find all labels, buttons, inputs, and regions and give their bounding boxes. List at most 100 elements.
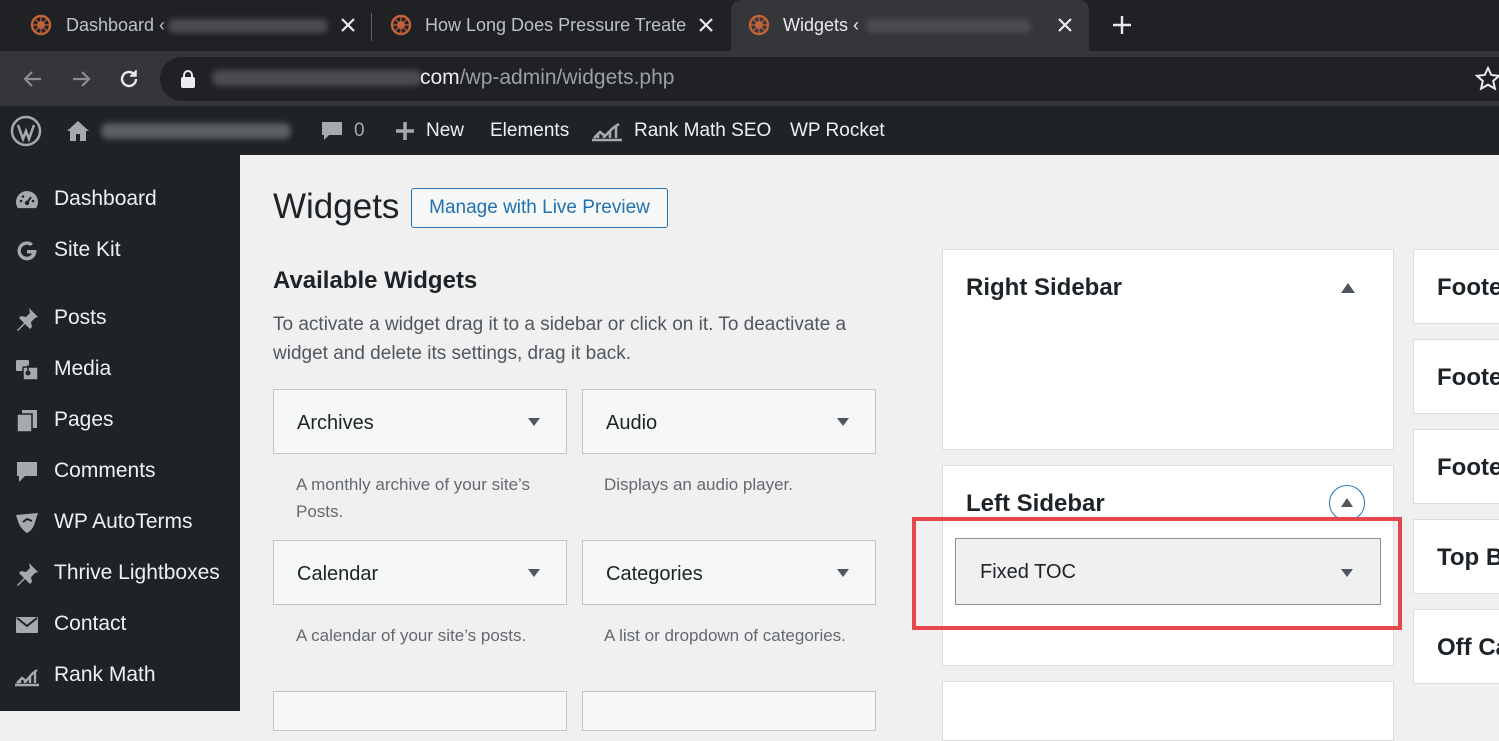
blurred-domain xyxy=(212,70,422,86)
elements-label: Elements xyxy=(490,119,570,141)
new-label: New xyxy=(426,119,465,141)
wprocket-label: WP Rocket xyxy=(790,119,885,141)
url-text: com/wp-admin/widgets.php xyxy=(420,66,675,89)
top-bar-sidebar-area[interactable]: Top B xyxy=(1413,519,1499,594)
widget-title: Audio xyxy=(606,412,658,434)
wordpress-logo-button[interactable] xyxy=(10,106,52,155)
widget-title: Categories xyxy=(606,563,703,585)
close-icon[interactable] xyxy=(697,16,715,34)
sidebar-item-label: Site Kit xyxy=(54,238,121,261)
widget-partial[interactable] xyxy=(582,691,876,731)
wp-admin-bar: 0 New Elements Rank Math SEO WP Rocket xyxy=(0,106,1499,155)
bookmark-star-icon[interactable] xyxy=(1475,66,1499,92)
sidebar-item-label: Rank Math xyxy=(54,663,156,686)
sidebar-item-posts[interactable]: Posts xyxy=(0,296,240,340)
sidebar-area-partial[interactable] xyxy=(942,681,1394,741)
browser-toolbar: com/wp-admin/widgets.php xyxy=(0,51,1499,106)
main-content: Widgets Manage with Live Preview Availab… xyxy=(240,155,1499,741)
right-sidebar-area[interactable]: Right Sidebar xyxy=(942,249,1394,450)
sidebar-area-title: Off Ca xyxy=(1437,634,1499,661)
sidebar-item-label: Media xyxy=(54,357,112,380)
sidebar-item-site-kit[interactable]: Site Kit xyxy=(0,228,240,272)
plus-icon xyxy=(396,121,414,140)
close-icon[interactable] xyxy=(1056,16,1074,34)
sidebar-item-comments[interactable]: Comments xyxy=(0,449,240,493)
collapse-toggle[interactable] xyxy=(1329,485,1365,521)
manage-live-preview-button[interactable]: Manage with Live Preview xyxy=(411,188,668,228)
comment-icon xyxy=(17,462,37,482)
widget-audio[interactable]: Audio xyxy=(582,389,876,454)
comment-icon xyxy=(322,121,342,140)
sidebar-item-label: Posts xyxy=(54,306,107,329)
rankmath-label: Rank Math SEO xyxy=(634,119,772,141)
off-canvas-sidebar-area[interactable]: Off Ca xyxy=(1413,609,1499,684)
comments-count: 0 xyxy=(354,119,365,141)
close-icon[interactable] xyxy=(339,16,357,34)
shield-icon xyxy=(16,513,38,533)
lock-icon xyxy=(181,70,195,88)
reload-icon[interactable] xyxy=(117,67,141,91)
admin-sidebar: Dashboard Site Kit Posts Media Pages Com… xyxy=(0,155,240,711)
back-arrow-icon[interactable] xyxy=(21,67,45,91)
available-widgets-description: To activate a widget drag it to a sideba… xyxy=(273,314,847,364)
pages-icon xyxy=(16,410,37,433)
caret-up-icon xyxy=(1341,498,1353,507)
site-favicon-icon xyxy=(748,14,770,36)
sidebar-item-label: WP AutoTerms xyxy=(54,510,193,533)
tab-dashboard[interactable]: Dashboard ‹ xyxy=(0,0,370,51)
widget-archives[interactable]: Archives xyxy=(273,389,567,454)
sidebar-item-dashboard[interactable]: Dashboard xyxy=(0,177,240,221)
sidebar-item-media[interactable]: Media xyxy=(0,347,240,391)
sidebar-item-contact[interactable]: Contact xyxy=(0,602,240,646)
widget-partial[interactable] xyxy=(273,691,567,731)
footer-sidebar-area[interactable]: Foote xyxy=(1413,249,1499,324)
elements-button[interactable]: Elements xyxy=(490,106,569,155)
rankmath-seo-button[interactable]: Rank Math SEO xyxy=(590,106,771,155)
rankmath-icon xyxy=(15,669,39,687)
tab-pressure-treated[interactable]: How Long Does Pressure Treated xyxy=(372,0,730,51)
site-name-button[interactable] xyxy=(65,106,291,155)
footer-sidebar-area[interactable]: Foote xyxy=(1413,339,1499,414)
caret-up-icon[interactable] xyxy=(1340,282,1356,294)
sidebar-item-label: Dashboard xyxy=(54,187,157,210)
sidebar-item-wp-autoterms[interactable]: WP AutoTerms xyxy=(0,500,240,544)
browser-tab-bar: Dashboard ‹ How Long Does Pressure Treat… xyxy=(0,0,1499,51)
sidebar-item-thrive-lightboxes[interactable]: Thrive Lightboxes xyxy=(0,551,240,595)
sidebar-item-pages[interactable]: Pages xyxy=(0,398,240,442)
address-bar[interactable]: com/wp-admin/widgets.php xyxy=(160,57,1499,101)
site-favicon-icon xyxy=(30,14,52,36)
tab-title: How Long Does Pressure Treated xyxy=(425,15,687,35)
tab-widgets[interactable]: Widgets ‹ xyxy=(731,0,1089,51)
caret-down-icon[interactable] xyxy=(836,568,850,578)
sidebar-area-title: Foote xyxy=(1437,454,1499,481)
widget-description: A list or dropdown of categories. xyxy=(604,626,846,645)
sidebar-item-label: Contact xyxy=(54,612,127,635)
sidebar-item-rank-math[interactable]: Rank Math xyxy=(0,653,240,697)
dashboard-icon xyxy=(16,191,38,209)
widget-calendar[interactable]: Calendar xyxy=(273,540,567,605)
tab-title: Dashboard ‹ xyxy=(66,15,166,35)
wp-rocket-button[interactable]: WP Rocket xyxy=(790,106,885,155)
sidebar-item-label: Comments xyxy=(54,459,156,482)
sidebar-area-title: Foote xyxy=(1437,274,1499,301)
sidebar-item-label: Thrive Lightboxes xyxy=(54,561,220,584)
blurred-site-name xyxy=(101,122,291,139)
mail-icon xyxy=(16,617,38,633)
sidebar-area-title: Foote xyxy=(1437,364,1499,391)
widget-categories[interactable]: Categories xyxy=(582,540,876,605)
google-g-icon xyxy=(17,241,37,261)
comments-button[interactable]: 0 xyxy=(320,106,365,155)
sidebar-area-title: Left Sidebar xyxy=(966,490,1105,517)
caret-down-icon[interactable] xyxy=(836,417,850,427)
new-tab-icon[interactable] xyxy=(1109,12,1135,38)
tab-title: Widgets ‹ xyxy=(783,15,860,35)
footer-sidebar-area[interactable]: Foote xyxy=(1413,429,1499,504)
new-content-button[interactable]: New xyxy=(394,106,464,155)
caret-down-icon[interactable] xyxy=(527,568,541,578)
blurred-site-name xyxy=(866,19,1031,33)
page-title: Widgets xyxy=(273,187,400,226)
forward-arrow-icon[interactable] xyxy=(69,67,93,91)
caret-down-icon[interactable] xyxy=(527,417,541,427)
widget-title: Calendar xyxy=(297,563,379,585)
available-widgets-title: Available Widgets xyxy=(273,267,478,294)
